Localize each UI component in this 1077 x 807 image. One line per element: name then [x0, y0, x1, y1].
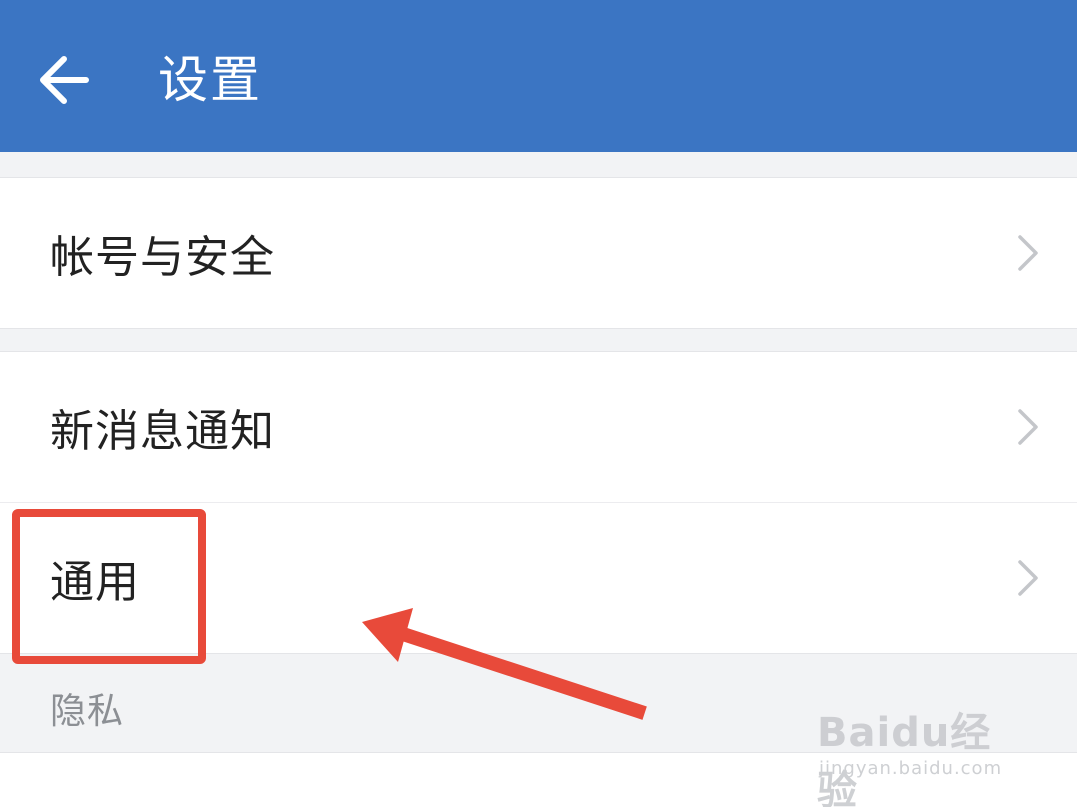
settings-item-notifications[interactable]: 新消息通知	[0, 352, 1077, 502]
page-title: 设置	[158, 51, 262, 109]
watermark-url: jingyan.baidu.com	[819, 758, 1003, 779]
settings-screen: 设置 帐号与安全 新消息通知 通用 隐私 ▁▂ ▁▂	[0, 0, 1077, 807]
app-header: 设置	[0, 0, 1077, 152]
settings-group-account: 帐号与安全	[0, 177, 1077, 329]
chevron-right-icon	[1018, 409, 1038, 445]
section-header-privacy: 隐私	[50, 691, 125, 732]
back-button[interactable]	[30, 44, 102, 116]
highlight-box	[12, 509, 206, 664]
settings-item-label: 帐号与安全	[50, 232, 275, 283]
watermark-brand: Baidu经验	[817, 710, 992, 807]
chevron-right-icon	[1018, 560, 1038, 596]
settings-item-account-security[interactable]: 帐号与安全	[0, 178, 1077, 328]
baidu-watermark: Baidu经验 jingyan.baidu.com	[817, 700, 1017, 807]
settings-item-label: 新消息通知	[50, 406, 275, 457]
chevron-right-icon	[1018, 235, 1038, 271]
settings-item-partial[interactable]: ▁▂ ▁▂	[50, 795, 204, 807]
arrow-left-icon	[40, 56, 89, 104]
